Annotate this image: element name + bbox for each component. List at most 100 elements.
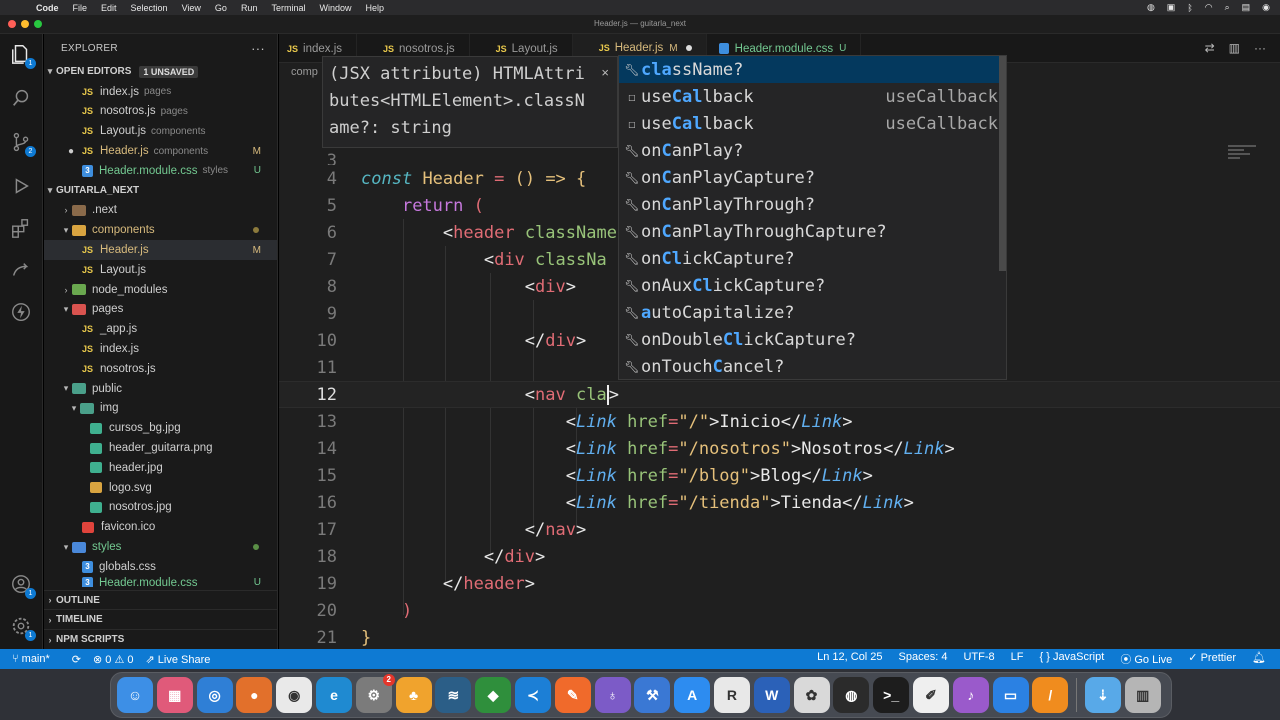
menu-help[interactable]: Help (365, 3, 384, 13)
extensions-icon[interactable] (9, 216, 33, 240)
dock-system-preferences-icon[interactable]: ⚙ 2 (355, 674, 395, 713)
file-item[interactable]: 3 globals.css (44, 557, 277, 577)
open-editor-item[interactable]: JS index.js pages (44, 82, 277, 102)
npm-scripts-section[interactable]: › NPM SCRIPTS (44, 629, 277, 649)
dock-xcode-icon[interactable]: ⚒ (634, 677, 671, 713)
unsaved-dot-icon[interactable] (685, 45, 692, 51)
suggestion-item[interactable]: ☐ use Cal lback useCallback (619, 83, 1006, 110)
live-share-button[interactable]: ⇗ Live Share (145, 653, 210, 666)
menu-terminal[interactable]: Terminal (271, 3, 305, 13)
dock-textedit-icon[interactable]: ✐ (912, 677, 949, 713)
open-editor-item[interactable]: ● JS Header.js components M (44, 141, 277, 161)
dirty-dot-icon[interactable]: ● (68, 146, 82, 157)
lightning-icon[interactable] (9, 300, 33, 324)
project-section[interactable]: ▾ GUITARLA_NEXT (44, 181, 277, 201)
suggestion-item[interactable]: 🔧︎ on CanPlay? (619, 137, 1006, 164)
screen-icon[interactable]: ▣ (1167, 2, 1176, 13)
dock-edge-icon[interactable]: e (315, 677, 352, 713)
split-editor-icon[interactable]: ▥ (1229, 41, 1240, 55)
suggestion-item[interactable]: 🔧︎ onAux Cl ickCapture? (619, 272, 1006, 299)
dock-pencil-icon[interactable]: / (1032, 677, 1069, 713)
minimap[interactable] (1228, 145, 1268, 185)
folder-item[interactable]: › .next (44, 201, 277, 221)
control-center-icon[interactable]: ▤ (1242, 2, 1251, 13)
problems-indicator[interactable]: ⊗ 0 ⚠ 0 (93, 653, 133, 666)
dock-chrome-icon[interactable]: ◉ (276, 677, 313, 713)
timeline-section[interactable]: › TIMELINE (44, 609, 277, 629)
folder-item[interactable]: ▾ pages (44, 300, 277, 320)
dock-terminal-icon[interactable]: >_ (873, 677, 910, 713)
folder-item[interactable]: ▾ img (44, 399, 277, 419)
file-item[interactable]: JS Layout.js (44, 260, 277, 280)
language-mode[interactable]: { } JavaScript (1039, 651, 1104, 667)
open-editor-item[interactable]: JS nosotros.js pages (44, 102, 277, 122)
open-editor-item[interactable]: 3 Header.module.css styles U (44, 161, 277, 181)
file-item[interactable]: header.jpg (44, 458, 277, 478)
suggestion-item[interactable]: 🔧︎ a utoCapitalize? (619, 299, 1006, 326)
prettier-status[interactable]: ✓ Prettier (1188, 651, 1236, 667)
wifi-icon[interactable]: ◠ (1205, 2, 1213, 13)
suggestion-item[interactable]: 🔧︎ onTouch Cancel? (619, 353, 1006, 380)
menu-window[interactable]: Window (319, 3, 351, 13)
spotlight-icon[interactable]: ⌕ (1225, 2, 1230, 13)
dock-finder-icon[interactable]: ☺ (117, 677, 153, 713)
dock-ruler-icon[interactable]: R (713, 677, 750, 713)
account-icon[interactable]: 1 (9, 572, 36, 599)
dock-github-icon[interactable]: ♁ (594, 677, 631, 713)
source-control-icon[interactable]: 2 (9, 130, 36, 157)
dock-vscode-icon[interactable]: ≺ (514, 677, 551, 713)
dock-app-store-icon[interactable]: A (674, 677, 711, 713)
suggestion-item[interactable]: 🔧︎ on Cl ickCapture? (619, 245, 1006, 272)
suggestion-item[interactable]: ☐ use Cal lback useCallback (619, 110, 1006, 137)
close-icon[interactable]: × (601, 59, 609, 86)
suggestion-item[interactable]: 🔧︎ cla ssName? (619, 56, 1006, 83)
dock-trash-icon[interactable]: ▥ (1124, 677, 1161, 713)
encoding[interactable]: UTF-8 (963, 651, 994, 667)
file-item[interactable]: logo.svg (44, 478, 277, 498)
dock-safari-icon[interactable]: ◎ (196, 677, 233, 713)
folder-item[interactable]: ▾ styles (44, 537, 277, 557)
file-item[interactable]: 3 Header.module.css U (44, 576, 277, 587)
file-item[interactable]: nosotros.jpg (44, 498, 277, 518)
dock-obs-icon[interactable]: ◍ (833, 677, 870, 713)
menu-app-name[interactable]: Code (36, 3, 59, 13)
folder-item[interactable]: ▾ components (44, 220, 277, 240)
menu-selection[interactable]: Selection (131, 3, 168, 13)
indentation[interactable]: Spaces: 4 (899, 651, 948, 667)
outline-section[interactable]: › OUTLINE (44, 589, 277, 610)
more-actions-icon[interactable]: ··· (251, 41, 265, 56)
dock-postman-icon[interactable]: ✎ (554, 677, 591, 713)
menu-edit[interactable]: Edit (101, 3, 117, 13)
folder-item[interactable]: › node_modules (44, 280, 277, 300)
open-editor-item[interactable]: JS Layout.js components (44, 121, 277, 141)
menu-run[interactable]: Run (241, 3, 258, 13)
file-item[interactable]: cursos_bg.jpg (44, 418, 277, 438)
breadcrumb[interactable]: comp (291, 66, 318, 78)
file-item[interactable]: JS nosotros.js (44, 359, 277, 379)
sync-icon[interactable]: ⟳ (72, 653, 81, 666)
folder-item[interactable]: ▾ public (44, 379, 277, 399)
dock-launchpad-icon[interactable]: ▦ (156, 677, 193, 713)
open-editors-section[interactable]: ▾ OPEN EDITORS 1 UNSAVED (44, 62, 277, 82)
suggestion-item[interactable]: 🔧︎ on CanPlayCapture? (619, 164, 1006, 191)
explorer-icon[interactable]: 1 (9, 42, 36, 69)
dock-mongodb-icon[interactable]: ◆ (475, 677, 512, 713)
compare-changes-icon[interactable]: ⇄ (1205, 41, 1215, 55)
branch-indicator[interactable]: ⑂ main* (12, 653, 50, 665)
bluetooth-icon[interactable]: ᛒ (1187, 3, 1192, 13)
file-item[interactable]: JS Header.js M (44, 240, 277, 260)
end-of-line[interactable]: LF (1011, 651, 1024, 667)
dock-firefox-icon[interactable]: ● (236, 677, 273, 713)
notifications-icon[interactable]: 🔔︎ (1252, 651, 1266, 667)
suggestion-item[interactable]: 🔧︎ on CanPlayThrough? (619, 191, 1006, 218)
menu-view[interactable]: View (182, 3, 201, 13)
live-share-icon[interactable] (9, 258, 33, 282)
dock-workbench-icon[interactable]: ≋ (435, 677, 472, 713)
suggestion-item[interactable]: 🔧︎ onDouble Cl ickCapture? (619, 326, 1006, 353)
dock-keynote-icon[interactable]: ▭ (992, 677, 1029, 713)
dock-downloads-icon[interactable]: ⇣ (1084, 677, 1121, 713)
file-item[interactable]: favicon.ico (44, 517, 277, 537)
go-live-button[interactable]: ⦿ Go Live (1120, 651, 1172, 667)
dock-elephant-icon[interactable]: ♣ (395, 677, 432, 713)
dock-word-icon[interactable]: W (753, 677, 790, 713)
